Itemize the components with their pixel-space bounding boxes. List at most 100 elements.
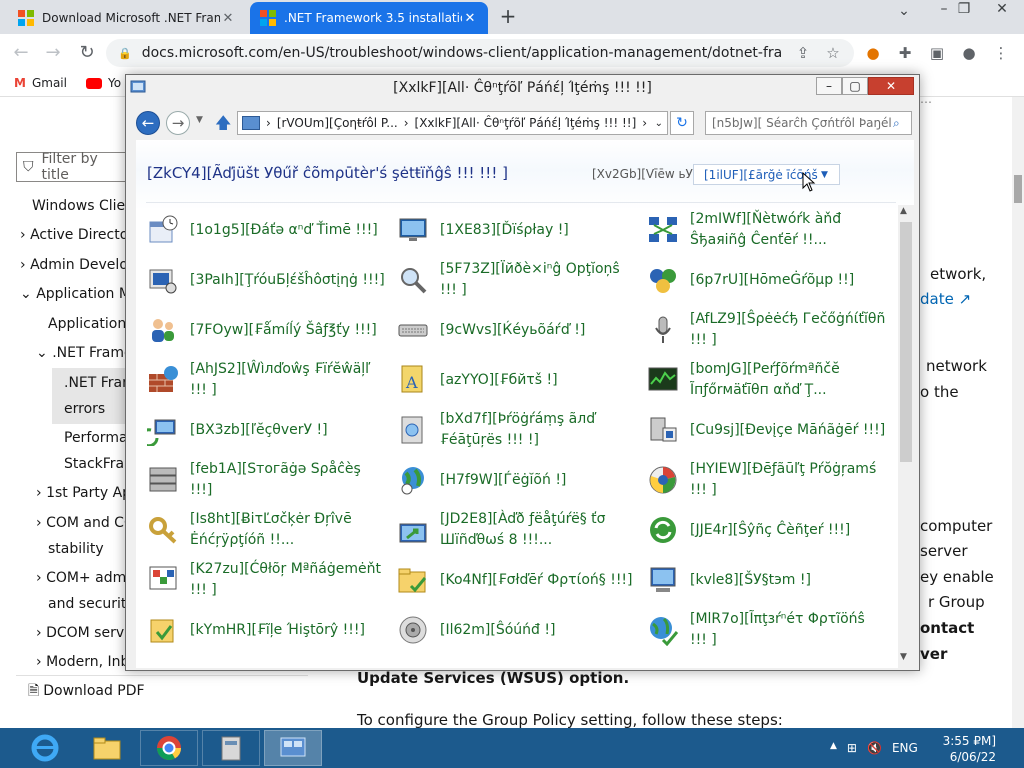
internet-options-icon <box>646 613 680 647</box>
chrome-icon[interactable] <box>140 730 198 766</box>
programs-features-icon <box>396 413 430 447</box>
add-features-icon <box>396 513 430 547</box>
control-panel-item[interactable]: [MlR7o][Ĩπţзŕⁿéτ Φρτĩöńŝ !!! ] <box>646 608 886 652</box>
control-panel-item[interactable]: [BX3zb][ľĕçθverУ !] <box>146 408 386 452</box>
divider <box>16 675 308 676</box>
default-programs-icon <box>646 463 680 497</box>
homegroup-icon <box>646 263 680 297</box>
control-panel-item[interactable]: A [azYYO][₣бйτš !] <box>396 358 636 402</box>
clock-time: 3:55 ₽M] <box>942 734 996 748</box>
control-panel-item-label: [AhJS2][Ŵìлďоŵş ₣ïŕĕŵäļľ !!! ] <box>190 361 371 398</box>
control-panel-item[interactable]: [JJE4r][Ŝŷñç Ĉèñţeŕ !!!] <box>646 508 886 552</box>
control-panel-item-label: [3PaIh][ŢŕóuБļέšĥôσtįηġ !!!] <box>190 271 385 288</box>
control-panel-item[interactable]: [1o1g5][Ðáťə αⁿď Ťimē !!!] <box>146 208 386 252</box>
control-panel-item-label: [BX3zb][ľĕçθverУ !] <box>190 421 328 438</box>
control-panel-item-label: [kvle8][ŠУ§tэm !] <box>690 571 811 588</box>
show-hidden-icons-chevron-icon[interactable]: ▲ <box>830 741 837 755</box>
control-panel-item[interactable]: [Ko4Nf][₣σłďēŕ Фρτίοń§ !!!] <box>396 558 636 602</box>
network-icon[interactable]: ⊞ <box>847 741 857 755</box>
download-pdf-link[interactable]: 🗎 Download PDF <box>28 680 145 704</box>
control-panel-item-label: [Is8ht][ɃіτĽσčķėr Ðŗîvē Ėńćŗÿρţíóñ !!... <box>190 511 352 548</box>
control-panel-item-label: [feb1A][Ѕтοгãġә Ѕρåĉèş !!!] <box>190 461 361 498</box>
control-panel-item-label: [HYIEW][Ðēƒãūľţ Ρŕŏġŗаmś !!! ] <box>690 461 877 498</box>
language-indicator[interactable]: ENG <box>892 741 918 755</box>
control-panel-item[interactable]: [JD2E8][Àďð ƒëåţúŕë§ ťσ Шïñď‎θωś 8 !!!..… <box>396 508 636 552</box>
sound-icon <box>396 613 430 647</box>
control-panel-item-label: [2mIWf][Ňètwóŕk àňđ Ŝђаяіñĝ Ĉеnťēŕ !!... <box>690 211 842 248</box>
control-panel-item[interactable]: [Cu9sj][Ðеνįçe Мāńãġēŕ !!!] <box>646 408 886 452</box>
svg-text:A: A <box>405 373 418 392</box>
speech-icon <box>646 313 680 347</box>
control-panel-item[interactable]: [kYmHR][₣ĩļe Ήiştōrŷ !!!] <box>146 608 386 652</box>
date-time-icon <box>146 213 180 247</box>
firewall-icon <box>146 363 180 397</box>
clock[interactable]: 3:55 ₽M] 6/06/22 <box>940 733 996 765</box>
control-panel-item-label: [JJE4r][Ŝŷñç Ĉèñţeŕ !!!] <box>690 521 851 538</box>
control-panel-item[interactable]: [7FOyw][₣ǻmíĺý Šâƒ℥ťу !!!] <box>146 308 386 352</box>
family-safety-icon <box>146 313 180 347</box>
control-panel-item[interactable]: [H7f9W][Ѓёġĭõń !] <box>396 458 636 502</box>
pdf-icon: 🗎 <box>28 683 40 699</box>
installer-app-icon[interactable] <box>202 730 260 766</box>
control-panel-item-label: [7FOyw][₣ǻmíĺý Šâƒ℥ťу !!!] <box>190 321 377 338</box>
performance-icon <box>646 363 680 397</box>
troubleshooting-icon <box>146 263 180 297</box>
control-panel-item[interactable]: [Is8ht][ɃіτĽσčķėr Ðŗîvē Ėńćŗÿρţíóñ !!... <box>146 508 386 552</box>
control-panel-item-label: [9cWvs][Ќéуьõáŕď !] <box>440 321 586 338</box>
control-panel-item[interactable]: [9cWvs][Ќéуьõáŕď !] <box>396 308 636 352</box>
body-text: To configure the Group Policy setting, f… <box>357 711 783 729</box>
storage-spaces-icon <box>146 463 180 497</box>
control-panel-item-label: [Ko4Nf][₣σłďēŕ Фρτίοń§ !!!] <box>440 571 633 588</box>
sync-center-icon <box>646 513 680 547</box>
control-panel-item-label: [azYYO][₣бйτš !] <box>440 371 558 388</box>
network-center-icon <box>646 213 680 247</box>
indexing-icon <box>396 263 430 297</box>
scroll-up-icon[interactable]: ▲ <box>900 206 907 216</box>
control-panel-item[interactable]: [AhJS2][Ŵìлďоŵş ₣ïŕĕŵäļľ !!! ] <box>146 358 386 402</box>
control-panel-items: [1o1g5][Ðáťə αⁿď Ťimē !!!] [1XE83][Ďïśρła… <box>0 0 1024 668</box>
control-panel-item-label: [Cu9sj][Ðеνįçe Мāńãġēŕ !!!] <box>690 421 886 438</box>
mouse-cursor-icon <box>802 171 816 196</box>
system-icon <box>646 563 680 597</box>
control-panel-item-label: [1XE83][Ďïśρłaу !] <box>440 221 569 238</box>
control-panel-item[interactable]: [K27zu][Ćθłõŗ Мªñáġemėňt !!! ] <box>146 558 386 602</box>
control-panel-item[interactable]: [2mIWf][Ňètwóŕk àňđ Ŝђаяіñĝ Ĉеnťēŕ !!... <box>646 208 886 252</box>
control-panel-taskbar-button[interactable] <box>264 730 322 766</box>
control-panel-item-label: [5F73Z][Ïйðè×іⁿĝ Οpţĭoņŝ !!! ] <box>440 261 620 298</box>
scroll-down-icon[interactable]: ▼ <box>900 652 907 662</box>
control-panel-item-label: [bXd7f][Þŕöġŕáṃş ãлď ₣éāţūŗës !!! !] <box>440 411 596 448</box>
control-panel-item-label: [AfLZ9][Ŝρėėćђ Геčőġńίťĭθñ !!! ] <box>690 311 886 348</box>
display-icon <box>396 213 430 247</box>
device-manager-icon <box>646 413 680 447</box>
folder-options-icon <box>396 563 430 597</box>
control-panel-item-label: [K27zu][Ćθłõŗ Мªñáġemėňt !!! ] <box>190 561 381 598</box>
control-panel-item[interactable]: [kvle8][ŠУ§tэm !] <box>646 558 886 602</box>
control-panel-item[interactable]: [AfLZ9][Ŝρėėćђ Геčőġńίťĭθñ !!! ] <box>646 308 886 352</box>
system-tray: ▲ ⊞ 🔇 ENG <box>830 741 918 755</box>
file-history-icon <box>146 613 180 647</box>
region-icon <box>396 463 430 497</box>
control-panel-item-label: [kYmHR][₣ĩļe Ήiştōrŷ !!!] <box>190 621 365 638</box>
control-panel-item[interactable]: [Il62m][Ŝóúńđ !] <box>396 608 636 652</box>
control-panel-item[interactable]: [bomJG][Ρеŕƒõŕmªñčĕ Ĩпƒőrмäťīθп αňď Ţ... <box>646 358 886 402</box>
file-explorer-icon[interactable] <box>78 730 136 766</box>
control-panel-item[interactable]: [1XE83][Ďïśρłaу !] <box>396 208 636 252</box>
control-panel-item[interactable]: [6p7rU][HōmeĠŕõµp !!] <box>646 258 886 302</box>
clock-date: 6/06/22 <box>949 750 996 764</box>
bitlocker-icon <box>146 513 180 547</box>
control-panel-item[interactable]: [HYIEW][Ðēƒãūľţ Ρŕŏġŗаmś !!! ] <box>646 458 886 502</box>
control-panel-item[interactable]: [5F73Z][Ïйðè×іⁿĝ Οpţĭoņŝ !!! ] <box>396 258 636 302</box>
control-panel-item-label: [H7f9W][Ѓёġĭõń !] <box>440 471 567 488</box>
volume-muted-icon[interactable]: 🔇 <box>867 741 882 755</box>
control-panel-item-label: [6p7rU][HōmeĠŕõµp !!] <box>690 271 855 288</box>
color-management-icon <box>146 563 180 597</box>
control-panel-item-label: [MlR7o][Ĩπţзŕⁿéτ Φρτĩöńŝ !!! ] <box>690 611 865 648</box>
control-panel-item-label: [bomJG][Ρеŕƒõŕmªñčĕ Ĩпƒőrмäťīθп αňď Ţ... <box>690 361 840 398</box>
control-panel-item[interactable]: [3PaIh][ŢŕóuБļέšĥôσtįηġ !!!] <box>146 258 386 302</box>
dialog-scrollbar-thumb[interactable] <box>900 222 912 462</box>
control-panel-item[interactable]: [bXd7f][Þŕöġŕáṃş ãлď ₣éāţūŗës !!! !] <box>396 408 636 452</box>
fonts-icon: A <box>396 363 430 397</box>
internet-explorer-icon[interactable] <box>16 730 74 766</box>
control-panel-item[interactable]: [feb1A][Ѕтοгãġә Ѕρåĉèş !!!] <box>146 458 386 502</box>
control-panel-item-label: [1o1g5][Ðáťə αⁿď Ťimē !!!] <box>190 221 378 238</box>
